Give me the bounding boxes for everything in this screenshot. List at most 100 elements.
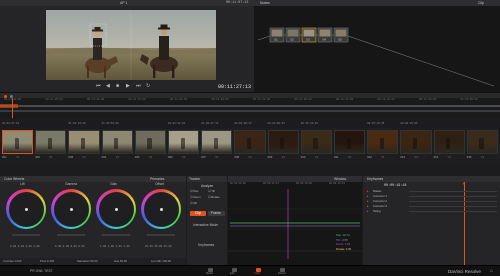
master-wheel-slider[interactable] [147, 234, 175, 236]
clip-thumbnail[interactable] [400, 130, 432, 154]
clip-thumbnail[interactable] [334, 130, 366, 154]
clip-track: V1 [314, 155, 319, 159]
clip-thumbnail[interactable] [201, 130, 233, 154]
param-contrast[interactable]: Contrast 1.000 [3, 260, 21, 263]
clip-thumbnail[interactable] [466, 130, 498, 154]
viewer-frame-graphic [46, 10, 216, 80]
play-reverse-icon[interactable]: ◀ [106, 84, 110, 89]
master-wheel-slider[interactable] [102, 234, 130, 236]
clip-mode-button[interactable]: Clip [190, 211, 206, 216]
page-tab-edit[interactable]: Edit [224, 267, 246, 276]
color-wheel-gamma[interactable] [51, 189, 91, 229]
wheel-title: Lift [20, 182, 25, 186]
ruler-timecode: 00:11:42:00 [87, 98, 105, 101]
clip-thumbnail[interactable] [2, 130, 34, 154]
interactive-mode-label[interactable]: Interactive Mode [193, 223, 218, 227]
color-node[interactable]: 01 [269, 27, 285, 43]
clip-figure [180, 137, 185, 149]
clip-figure [313, 137, 318, 149]
page-tab-label: Edit [230, 271, 235, 275]
color-node[interactable]: 05 [333, 27, 349, 43]
color-node[interactable]: 02 [285, 27, 301, 43]
clip-figure [413, 137, 418, 149]
keyframe-track-toggle-icon[interactable]: ▸ [367, 190, 369, 193]
master-wheel-slider[interactable] [57, 234, 85, 236]
color-wheel-gain[interactable] [96, 189, 136, 229]
tracker-rotate-toggle[interactable]: ☑ Rotate [208, 196, 220, 199]
color-wheel-offset[interactable] [141, 189, 181, 229]
tracker-3d-toggle[interactable]: ☑ 3D [190, 202, 197, 205]
clip-figure [280, 137, 285, 149]
clip-timecode: 01:00:52:08 [101, 122, 119, 125]
viewer-image[interactable] [46, 10, 216, 80]
clip-number: 004 [101, 155, 107, 159]
page-tab-icon [280, 267, 285, 272]
clip-thumbnail[interactable] [367, 130, 399, 154]
node-graph[interactable]: 01 02 03 04 05 [254, 6, 500, 92]
clip-thumbnail[interactable] [35, 130, 67, 154]
page-tabs: Media Edit Color Deliver [200, 267, 300, 276]
page-tab-label: Media [206, 271, 214, 275]
clip-figure [479, 137, 484, 149]
track-bar-top [0, 105, 500, 107]
param-lum-mix[interactable]: Lum Mix 100.00 [151, 260, 171, 263]
clip-track: V1 [215, 155, 219, 159]
color-wheels-title: Color Wheels [4, 176, 25, 181]
param-pivot[interactable]: Pivot 0.435 [40, 260, 54, 263]
keyframe-track-toggle-icon[interactable]: ▸ [367, 195, 369, 198]
clip-number: 010 [300, 155, 306, 159]
tracker-zoom-toggle[interactable]: ☑ Zoom [190, 196, 200, 199]
viewer-clip-label[interactable]: AP 1 [120, 1, 127, 5]
page-tab-media[interactable]: Media [200, 267, 222, 276]
clip-thumbnail[interactable] [101, 130, 133, 154]
clip-figure [147, 137, 152, 149]
clip-thumbnail[interactable] [134, 130, 166, 154]
param-hue[interactable]: Hue 50.00 [114, 260, 127, 263]
clip-figure [14, 137, 19, 149]
playhead[interactable] [12, 98, 13, 118]
keyframe-track-toggle-icon[interactable]: ▸ [367, 200, 369, 203]
tracker-pan-toggle[interactable]: ☑ Pan [190, 190, 198, 193]
clip-track: V1 [82, 155, 86, 159]
clip-figure [446, 137, 451, 149]
primaries-tab[interactable]: Primaries [150, 177, 164, 181]
clip-thumbnail[interactable] [267, 130, 299, 154]
color-node[interactable]: 04 [317, 27, 333, 43]
play-icon[interactable]: ▶ [126, 84, 130, 89]
clip-thumbnail[interactable] [68, 130, 100, 154]
nodes-clip-label[interactable]: Clip [478, 1, 484, 5]
master-wheel-slider[interactable] [12, 234, 40, 236]
color-node[interactable]: 03 [301, 27, 317, 43]
wheel-center-dot [69, 207, 73, 211]
graph-readout: Pan: 10.74 [336, 233, 350, 237]
clip-thumbnail[interactable] [168, 130, 200, 154]
project-name: PR OWL TEST [30, 269, 53, 273]
clip-figure [47, 137, 52, 149]
home-icon[interactable]: ⌂ [490, 269, 493, 274]
keyframe-track-toggle-icon[interactable]: ▸ [367, 210, 369, 213]
current-timecode: 00:11:27:13 [218, 83, 252, 90]
graph-readout: Rotate: 0.00 [336, 246, 352, 251]
color-wheel-lift[interactable] [6, 189, 46, 229]
page-tab-color[interactable]: Color [248, 267, 270, 276]
mini-timeline[interactable]: 00:11:18:0000:11:25:0000:11:42:0000:11:5… [0, 98, 500, 118]
keyframes-title: Keyframes [367, 176, 384, 181]
page-tab-deliver[interactable]: Deliver [272, 267, 294, 276]
keyframe-track-lane [409, 211, 497, 212]
tracker-tilt-toggle[interactable]: ☑ Tilt [208, 190, 215, 193]
skip-start-icon[interactable]: ⏮ [96, 84, 101, 89]
stop-icon[interactable]: ■ [116, 84, 119, 89]
keyframe-track-toggle-icon[interactable]: ▸ [367, 205, 369, 208]
clip-thumbnail[interactable] [234, 130, 266, 154]
app-name: DaVinci Resolve [448, 268, 481, 274]
clip-track: V1 [115, 155, 120, 159]
keyframe-track-lane [409, 201, 497, 202]
clip-thumbnail[interactable] [433, 130, 465, 154]
clip-thumbnail[interactable] [300, 130, 332, 154]
skip-end-icon[interactable]: ⏭ [136, 84, 141, 89]
primary-params-bar: Contrast 1.000 Pivot 0.435 Saturation 50.0… [0, 258, 186, 265]
frame-mode-button[interactable]: Frame [208, 211, 225, 216]
ruler-timecode: 00:11:51:00 [128, 98, 146, 101]
param-saturation[interactable]: Saturation 50.00 [77, 260, 98, 263]
loop-icon[interactable]: ↻ [146, 84, 150, 89]
